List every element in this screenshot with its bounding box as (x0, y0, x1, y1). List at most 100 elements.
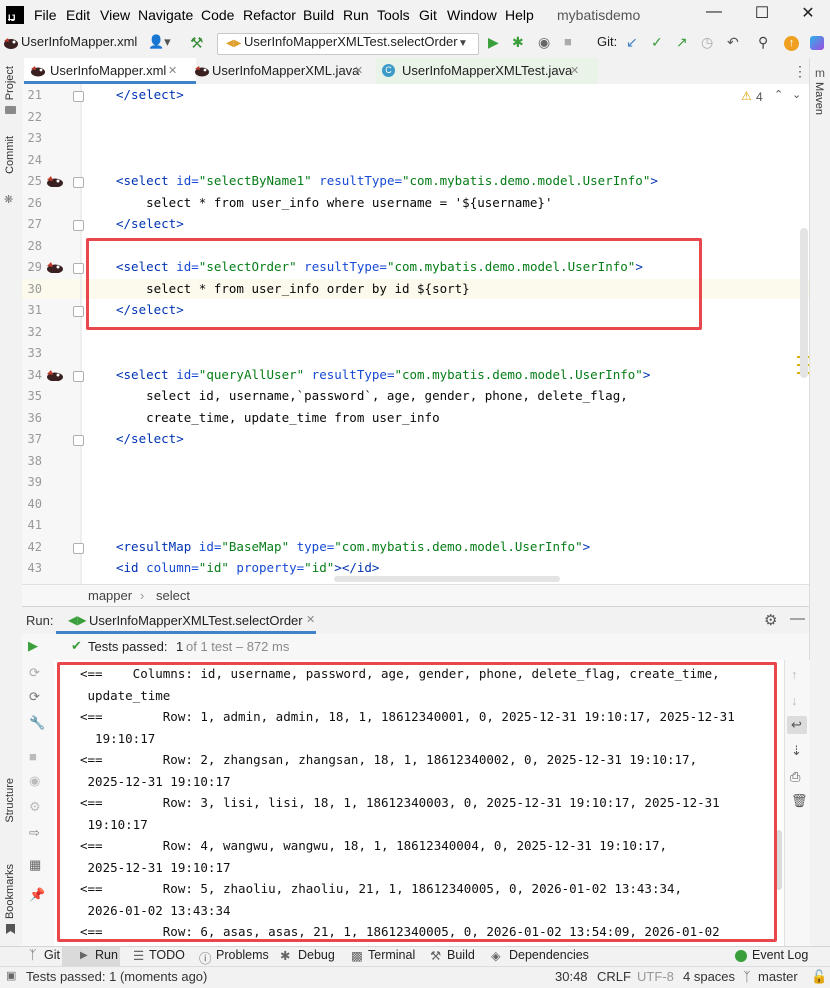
rerun-failed-icon[interactable]: ⟳ (29, 666, 40, 680)
tab-usermapper-test-java[interactable]: C UserInfoMapperXMLTest.java ✕ (376, 58, 598, 84)
chevron-down-icon[interactable]: ▼ (458, 38, 468, 49)
bottom-tab-build[interactable]: Build (447, 948, 475, 962)
scroll-down-icon[interactable]: ↓ (791, 694, 798, 708)
event-log-tab[interactable]: Event Log (752, 948, 808, 962)
maven-tool-tab[interactable]: Maven (813, 82, 825, 115)
code-line[interactable]: </select> (116, 216, 184, 231)
commit-tool-tab[interactable]: Commit (4, 136, 16, 174)
mybatis-navigate-icon[interactable] (46, 175, 64, 187)
tab-usermapper-xml-java[interactable]: UserInfoMapperXML.java ✕ (188, 58, 380, 84)
scroll-to-end-icon[interactable]: ⇣ (791, 744, 802, 758)
code-editor[interactable] (80, 84, 809, 584)
menu-view[interactable]: View (100, 7, 130, 23)
fold-toggle[interactable] (73, 306, 84, 317)
indent-setting[interactable]: 4 spaces (683, 969, 735, 984)
bottom-tab-problems[interactable]: Problems (216, 948, 269, 962)
bottom-tab-debug[interactable]: Debug (298, 948, 335, 962)
menu-window[interactable]: Window (447, 7, 497, 23)
menu-navigate[interactable]: Navigate (138, 7, 193, 23)
menu-refactor[interactable]: Refactor (243, 7, 296, 23)
bookmarks-tool-tab[interactable]: Bookmarks (4, 864, 16, 919)
update-icon[interactable]: ↑ (784, 36, 799, 51)
warning-icon[interactable]: ⚠ (741, 89, 752, 103)
menu-build[interactable]: Build (303, 7, 334, 23)
git-push-icon[interactable]: ↗ (676, 34, 688, 51)
next-highlight-icon[interactable]: ⌄ (792, 88, 801, 101)
breadcrumb-mapper[interactable]: mapper (88, 588, 132, 603)
code-line[interactable]: select id, username,`password`, age, gen… (116, 388, 628, 403)
breadcrumb-select[interactable]: select (156, 588, 190, 603)
menu-run[interactable]: Run (343, 7, 369, 23)
close-tab-icon[interactable]: ✕ (570, 58, 579, 84)
more-options-icon[interactable]: ⋮ (793, 63, 807, 80)
code-line[interactable]: </select> (116, 87, 184, 102)
trash-icon[interactable]: 🗑 (791, 794, 808, 808)
file-encoding[interactable]: UTF-8 (637, 969, 674, 984)
maximize-icon[interactable]: ☐ (750, 3, 774, 23)
build-hammer-icon[interactable]: ⚒ (190, 34, 203, 52)
fold-toggle[interactable] (73, 542, 84, 554)
status-panel-icon[interactable]: ▣ (6, 969, 16, 982)
tab-usermapper-xml[interactable]: UserInfoMapper.xml ✕ (24, 58, 196, 84)
close-run-tab-icon[interactable]: ✕ (306, 613, 315, 626)
lock-icon[interactable]: 🔓 (811, 969, 827, 985)
mybatis-navigate-icon[interactable] (46, 369, 64, 381)
close-tab-icon[interactable]: ✕ (168, 58, 177, 84)
structure-tool-tab[interactable]: Structure (4, 778, 16, 823)
close-tab-icon[interactable]: ✕ (354, 58, 363, 84)
line-separator[interactable]: CRLF (597, 969, 631, 984)
bottom-tab-terminal[interactable]: Terminal (368, 948, 415, 962)
run-tab-label[interactable]: UserInfoMapperXMLTest.selectOrder (89, 613, 303, 628)
gear-icon[interactable]: ⚙ (764, 611, 777, 629)
bottom-tab-dependencies[interactable]: Dependencies (509, 948, 589, 962)
rollback-icon[interactable]: ↶ (727, 34, 739, 51)
camera-icon[interactable]: ◉ (29, 774, 40, 788)
toggle-auto-test-icon[interactable]: ⟳ (29, 690, 40, 704)
project-tool-tab[interactable]: Project (4, 66, 16, 100)
git-branch[interactable]: master (758, 969, 798, 984)
code-line[interactable]: </select> (116, 431, 184, 446)
menu-file[interactable]: File (34, 7, 57, 23)
horizontal-scrollbar[interactable] (334, 576, 560, 582)
caret-position[interactable]: 30:48 (555, 969, 588, 984)
rerun-icon[interactable]: ▶ (28, 638, 38, 654)
prev-highlight-icon[interactable]: ⌃ (774, 88, 783, 101)
hide-panel-icon[interactable]: — (790, 610, 805, 627)
layout-icon[interactable]: ▦ (29, 858, 41, 872)
search-icon[interactable]: ⚲ (758, 34, 768, 51)
menu-edit[interactable]: Edit (66, 7, 90, 23)
fold-toggle[interactable] (73, 370, 84, 382)
nav-file-breadcrumb[interactable]: UserInfoMapper.xml (21, 34, 137, 49)
git-commit-icon[interactable]: ✓ (651, 34, 663, 51)
bottom-tab-run[interactable]: Run (95, 948, 118, 962)
stop-icon[interactable]: ■ (29, 750, 37, 764)
mybatis-navigate-icon[interactable] (46, 261, 64, 273)
close-icon[interactable]: ✕ (796, 3, 820, 23)
history-icon[interactable]: ◷ (701, 34, 713, 51)
code-line[interactable]: <select id="queryAllUser" resultType="co… (116, 367, 650, 382)
fold-toggle[interactable] (73, 435, 84, 446)
code-line[interactable]: <select id="selectByName1" resultType="c… (116, 173, 658, 188)
user-icon[interactable]: 👤▾ (148, 34, 171, 50)
code-line[interactable]: select * from user_info where username =… (116, 195, 552, 210)
code-line[interactable]: create_time, update_time from user_info (116, 410, 440, 425)
menu-git[interactable]: Git (419, 7, 437, 23)
code-line[interactable]: <id column="id" property="id"></id> (116, 560, 379, 575)
settings-icon[interactable]: ⚙ (29, 800, 41, 814)
menu-code[interactable]: Code (201, 7, 234, 23)
login-icon[interactable]: ⇨ (29, 826, 40, 840)
bottom-tab-git[interactable]: Git (44, 948, 60, 962)
fold-toggle[interactable] (73, 91, 84, 102)
plugin-logo-icon[interactable] (810, 36, 824, 50)
coverage-icon[interactable]: ◉ (538, 34, 550, 51)
stop-icon[interactable]: ■ (564, 34, 572, 49)
bottom-tab-todo[interactable]: TODO (149, 948, 185, 962)
run-icon[interactable]: ▶ (488, 34, 499, 51)
code-line[interactable]: <resultMap id="BaseMap" type="com.mybati… (116, 539, 590, 554)
minimize-icon[interactable]: — (702, 3, 726, 21)
fold-toggle[interactable] (73, 220, 84, 231)
print-icon[interactable]: ⎙ (790, 770, 800, 784)
fold-toggle[interactable] (73, 177, 84, 188)
scroll-up-icon[interactable]: ↑ (791, 668, 798, 682)
debug-icon[interactable]: ✱ (512, 34, 524, 51)
